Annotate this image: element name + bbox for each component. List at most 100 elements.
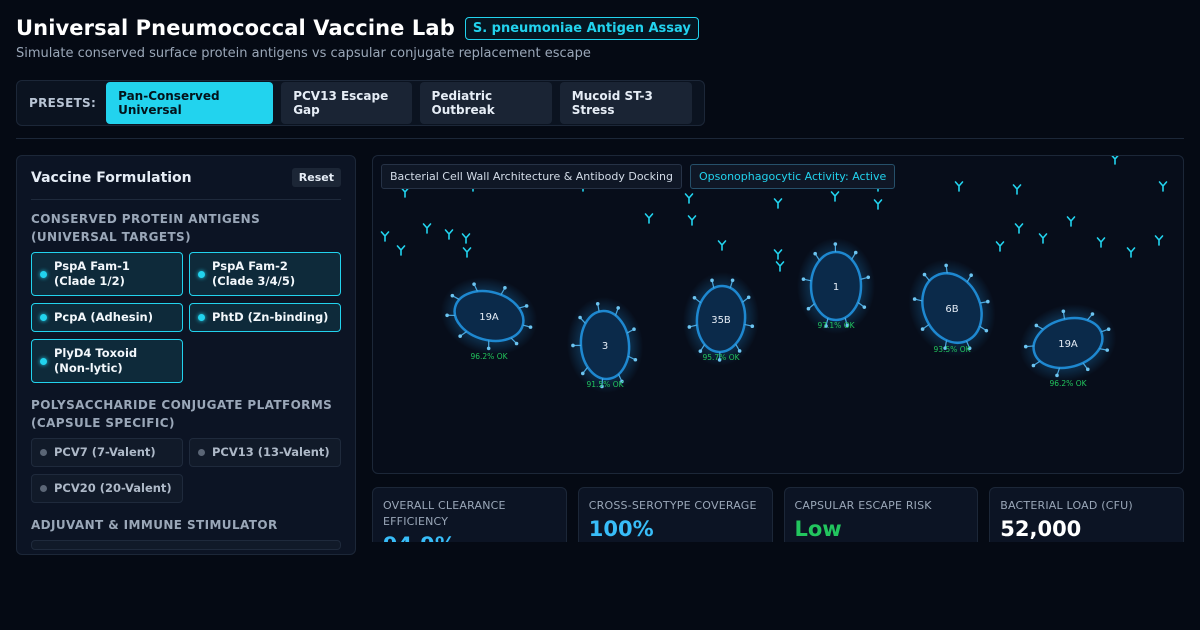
protein-antigen-list: PspA Fam-1 (Clade 1/2) PspA Fam-2 (Clade…: [31, 252, 341, 383]
adjuvant-control[interactable]: [31, 540, 341, 550]
surface-protein-tip: [986, 299, 990, 304]
serotype-label: 1: [833, 282, 839, 293]
surface-protein-tip: [578, 315, 582, 320]
antibody-icon: [396, 245, 406, 256]
surface-protein-tip: [750, 324, 755, 329]
chip-label: PhtD (Zn-binding): [212, 310, 329, 324]
surface-protein-tip: [514, 341, 519, 346]
surface-protein-tip: [801, 277, 806, 281]
divider: [16, 138, 1184, 139]
antibody-icon: [644, 213, 654, 224]
antibody-icon: [1126, 247, 1136, 258]
clearance-status-label: 96.2% OK: [470, 352, 508, 361]
conjugate-toggle-pcv20[interactable]: PCV20 (20-Valent): [31, 474, 183, 503]
preset-mucoid-st3-button[interactable]: Mucoid ST-3 Stress: [559, 82, 692, 124]
panel-title: Vaccine Formulation: [31, 169, 192, 186]
vaccine-formulation-panel: Vaccine Formulation Reset CONSERVED PROT…: [16, 155, 356, 555]
antibody-icon: [422, 223, 432, 234]
surface-protein-tip: [1085, 367, 1090, 372]
serotype-label: 35B: [711, 315, 731, 326]
surface-protein-tip: [853, 250, 858, 255]
status-dot-icon: [198, 314, 205, 321]
antibody-icon: [1066, 216, 1076, 227]
antigen-toggle-pspa-fam2[interactable]: PspA Fam-2 (Clade 3/4/5): [189, 252, 341, 296]
preset-pcv13-escape-button[interactable]: PCV13 Escape Gap: [281, 82, 412, 124]
preset-pediatric-outbreak-button[interactable]: Pediatric Outbreak: [419, 82, 552, 124]
surface-protein-tip: [730, 278, 735, 283]
antibody-icon: [775, 261, 785, 272]
antibody-icon: [687, 215, 697, 226]
conjugate-toggle-pcv13[interactable]: PCV13 (13-Valent): [189, 438, 341, 467]
surface-protein-tip: [450, 293, 455, 298]
antibody-icon: [1154, 235, 1164, 246]
activity-status-tag: Opsonophagocytic Activity: Active: [689, 164, 896, 189]
conjugate-toggle-pcv7[interactable]: PCV7 (7-Valent): [31, 438, 183, 467]
chip-label: PspA Fam-1 (Clade 1/2): [54, 259, 130, 288]
serotype-label: 19A: [479, 312, 499, 323]
surface-protein-tip: [687, 325, 692, 329]
clearance-status-label: 96.2% OK: [1049, 379, 1087, 388]
antibody-icon: [461, 233, 471, 244]
surface-protein-tip: [746, 295, 751, 300]
stats-row: OVERALL CLEARANCE EFFICIENCY 94.9% CROSS…: [372, 487, 1184, 542]
preset-pan-conserved-button[interactable]: Pan-Conserved Universal: [106, 82, 274, 124]
antibody-icon: [830, 191, 840, 202]
surface-protein-tip: [458, 334, 462, 338]
clearance-status-label: 91.5% OK: [586, 380, 624, 389]
clearance-status-label: 95.7% OK: [702, 353, 740, 362]
surface-protein-tip: [1023, 344, 1028, 349]
surface-protein-tip: [571, 343, 575, 348]
surface-protein-tip: [633, 357, 638, 362]
bacterium: 35B 95.7% OK: [682, 272, 760, 366]
stat-label: CAPSULAR ESCAPE RISK: [794, 499, 932, 512]
stat-card-coverage: CROSS-SEROTYPE COVERAGE 100%: [577, 487, 773, 542]
chip-label: PcpA (Adhesin): [54, 310, 153, 324]
surface-protein-tip: [944, 263, 948, 268]
section-title-conjugate: POLYSACCHARIDE CONJUGATE PLATFORMS (CAPS…: [31, 398, 333, 430]
serotype-label: 19A: [1058, 339, 1078, 350]
antibody-icon: [1012, 184, 1022, 195]
antigen-toggle-pcpa[interactable]: PcpA (Adhesin): [31, 303, 183, 332]
surface-protein-tip: [486, 346, 491, 351]
antibody-icon: [1096, 237, 1106, 248]
bacteria-visualization: 19A 96.2% OK 3 91.5% OK 35B 95.7% OK 1 97.1% OK…: [380, 156, 1168, 393]
stat-value: Low: [794, 517, 842, 541]
surface-protein-tip: [866, 275, 871, 280]
antibody-icon: [444, 229, 454, 240]
surface-protein-tip: [813, 251, 817, 256]
surface-protein-tip: [806, 306, 811, 311]
antibody-icon: [954, 181, 964, 192]
chip-label: PCV7 (7-Valent): [54, 445, 156, 459]
stat-card-clearance: OVERALL CLEARANCE EFFICIENCY 94.9%: [372, 487, 567, 542]
surface-protein-tip: [862, 305, 867, 309]
surface-protein-tip: [1105, 348, 1110, 352]
bacterium: 19A 96.2% OK: [440, 277, 538, 361]
chip-label: PspA Fam-2 (Clade 3/4/5): [212, 259, 296, 288]
reset-button[interactable]: Reset: [291, 168, 341, 187]
surface-protein-tip: [528, 325, 533, 329]
surface-protein-tip: [922, 272, 927, 277]
bacterium: 1 97.1% OK: [797, 238, 875, 334]
status-dot-icon: [40, 485, 47, 492]
surface-protein-tip: [616, 306, 620, 310]
antibody-icon: [717, 240, 727, 251]
antigen-toggle-plyd4[interactable]: PlyD4 Toxoid (Non-lytic): [31, 339, 183, 383]
antibody-icon: [1158, 181, 1168, 192]
surface-protein-tip: [692, 295, 697, 300]
surface-protein-tip: [984, 328, 989, 333]
status-dot-icon: [40, 270, 47, 278]
surface-protein-tip: [1031, 363, 1036, 368]
chip-label: PlyD4 Toxoid (Non-lytic): [54, 346, 138, 375]
antigen-toggle-pspa-fam1[interactable]: PspA Fam-1 (Clade 1/2): [31, 252, 183, 296]
status-dot-icon: [40, 449, 47, 456]
presets-bar: PRESETS: Pan-Conserved Universal PCV13 E…: [16, 80, 705, 126]
stat-label: CROSS-SEROTYPE COVERAGE: [588, 499, 757, 512]
surface-protein-tip: [632, 327, 636, 332]
stat-value: 94.9%: [383, 533, 556, 542]
antigen-toggle-phtd[interactable]: PhtD (Zn-binding): [189, 303, 341, 332]
surface-protein-tip: [1061, 309, 1066, 314]
serotype-label: 3: [602, 341, 608, 352]
status-dot-icon: [40, 357, 47, 365]
antibody-icon: [1038, 233, 1048, 244]
surface-protein-tip: [1034, 323, 1039, 328]
